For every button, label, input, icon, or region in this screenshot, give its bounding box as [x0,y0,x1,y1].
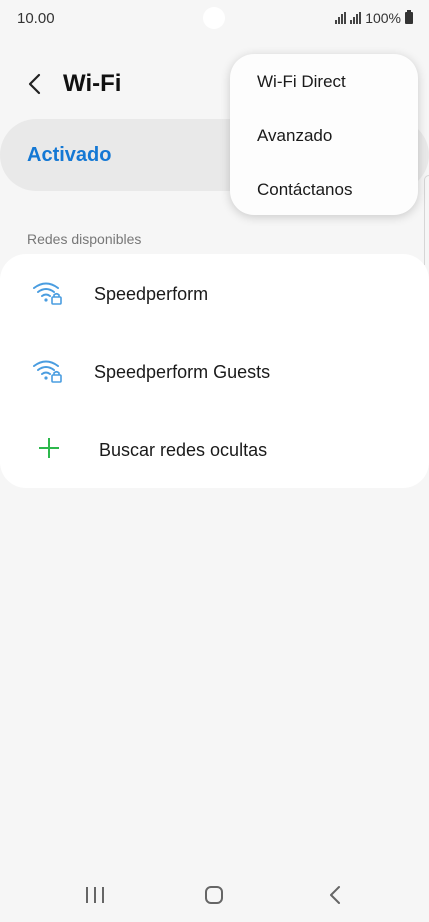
front-camera [203,7,225,29]
menu-item-label: Avanzado [257,126,333,145]
menu-item-label: Wi-Fi Direct [257,72,346,91]
menu-item-wifi-direct[interactable]: Wi-Fi Direct [230,54,418,108]
menu-item-contact-us[interactable]: Contáctanos [230,162,418,216]
recents-icon[interactable] [86,887,104,903]
wifi-locked-icon [33,360,62,383]
back-arrow-icon[interactable] [24,72,46,96]
battery-percent: 100% [365,10,401,26]
network-list: Speedperform Speedperform Guests Buscar … [0,254,429,488]
network-item[interactable]: Speedperform [0,254,429,332]
page-title: Wi-Fi [63,70,122,97]
signal-icon [350,12,362,24]
menu-item-label: Contáctanos [257,180,353,199]
add-hidden-network-label: Buscar redes ocultas [99,440,268,460]
status-time: 10.00 [17,10,55,27]
signal-icon [335,12,347,24]
battery-icon [405,10,413,24]
home-icon[interactable] [205,886,223,904]
status-bar: 10.00 100% [0,0,429,36]
scroll-indicator [424,175,429,265]
overflow-menu: Wi-Fi Direct Avanzado Contáctanos [230,54,418,215]
network-name: Speedperform [94,284,209,304]
network-name: Speedperform Guests [94,362,271,382]
wifi-locked-icon [33,282,62,305]
plus-icon [39,438,59,458]
master-switch-label: Activado [27,144,112,166]
back-icon[interactable] [328,885,342,905]
section-header-available-networks: Redes disponibles [27,231,142,247]
add-hidden-network-button[interactable]: Buscar redes ocultas [0,410,429,488]
menu-item-advanced[interactable]: Avanzado [230,108,418,162]
status-indicators: 100% [335,10,413,26]
network-item[interactable]: Speedperform Guests [0,332,429,410]
navigation-bar [0,868,429,922]
